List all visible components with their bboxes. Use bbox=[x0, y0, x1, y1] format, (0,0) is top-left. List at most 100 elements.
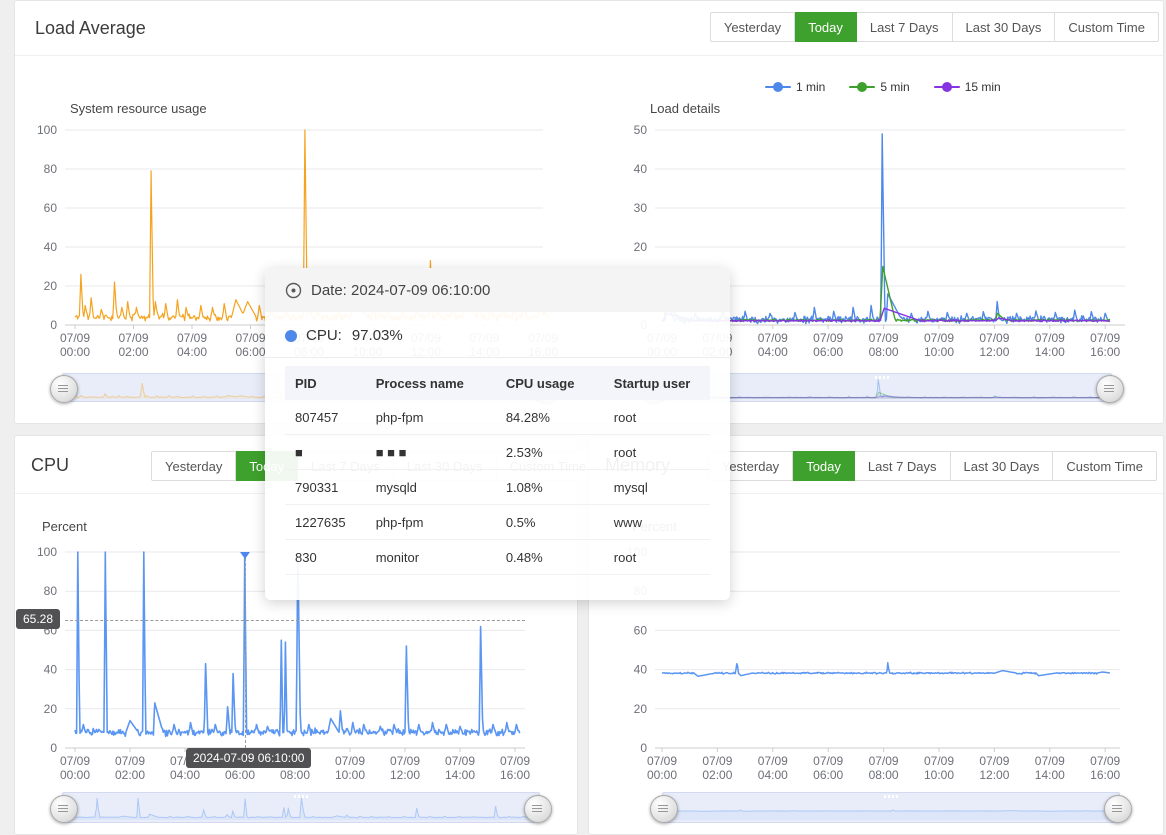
svg-text:02:00: 02:00 bbox=[702, 768, 732, 782]
process-cell: mysqld bbox=[366, 470, 496, 505]
svg-text:06:00: 06:00 bbox=[225, 768, 255, 782]
svg-text:40: 40 bbox=[634, 663, 648, 677]
time-range-button-today[interactable]: Today bbox=[795, 12, 857, 42]
svg-text:07/09: 07/09 bbox=[924, 754, 954, 768]
process-row: 790331mysqld1.08%mysql bbox=[285, 470, 710, 505]
svg-text:00:00: 00:00 bbox=[60, 345, 90, 359]
process-cell: ■ ■ ■ bbox=[366, 435, 496, 470]
process-row: 1227635php-fpm0.5%www bbox=[285, 505, 710, 540]
svg-text:00:00: 00:00 bbox=[647, 768, 677, 782]
svg-text:07/09: 07/09 bbox=[647, 754, 677, 768]
svg-text:60: 60 bbox=[44, 201, 58, 215]
time-range-button-last-7-days[interactable]: Last 7 Days bbox=[857, 12, 953, 42]
process-table: PIDProcess nameCPU usageStartup user8074… bbox=[285, 366, 710, 575]
cpu-title: CPU bbox=[31, 455, 69, 476]
time-range-button-last-30-days[interactable]: Last 30 Days bbox=[951, 451, 1054, 481]
svg-text:100: 100 bbox=[37, 545, 57, 559]
svg-text:14:00: 14:00 bbox=[1035, 345, 1065, 359]
svg-text:07/09: 07/09 bbox=[702, 754, 732, 768]
cpu-time-badge: 2024-07-09 06:10:00 bbox=[186, 748, 311, 768]
svg-text:07/09: 07/09 bbox=[60, 331, 90, 345]
zoom-handle-right[interactable] bbox=[524, 795, 552, 823]
time-range-button-today[interactable]: Today bbox=[793, 451, 855, 481]
svg-text:07/09: 07/09 bbox=[390, 754, 420, 768]
cpu-zoom-slider[interactable] bbox=[62, 792, 540, 823]
svg-text:07/09: 07/09 bbox=[235, 331, 265, 345]
process-cell: root bbox=[604, 400, 710, 435]
svg-text:07/09: 07/09 bbox=[869, 754, 899, 768]
svg-text:06:00: 06:00 bbox=[235, 345, 265, 359]
svg-text:12:00: 12:00 bbox=[979, 345, 1009, 359]
cpu-markline-horizontal bbox=[65, 620, 525, 621]
svg-text:0: 0 bbox=[640, 741, 647, 755]
time-range-button-yesterday[interactable]: Yesterday bbox=[151, 451, 236, 481]
zoom-handle-left[interactable] bbox=[50, 375, 78, 403]
svg-text:16:00: 16:00 bbox=[500, 768, 530, 782]
svg-text:07/09: 07/09 bbox=[445, 754, 475, 768]
svg-text:07/09: 07/09 bbox=[1035, 331, 1065, 345]
svg-text:40: 40 bbox=[44, 240, 58, 254]
svg-text:04:00: 04:00 bbox=[758, 768, 788, 782]
svg-text:06:00: 06:00 bbox=[813, 768, 843, 782]
legend-marker-icon bbox=[934, 82, 960, 92]
legend-item-label: 15 min bbox=[965, 80, 1001, 94]
time-range-button-custom-time[interactable]: Custom Time bbox=[1053, 451, 1157, 481]
legend-item-15-min[interactable]: 15 min bbox=[934, 80, 1001, 94]
svg-text:30: 30 bbox=[634, 201, 648, 215]
svg-text:08:00: 08:00 bbox=[280, 768, 310, 782]
svg-text:50: 50 bbox=[634, 123, 648, 137]
svg-text:Load details: Load details bbox=[650, 101, 721, 116]
svg-text:07/09: 07/09 bbox=[1035, 754, 1065, 768]
svg-text:07/09: 07/09 bbox=[60, 754, 90, 768]
zoom-handle-right[interactable] bbox=[1104, 795, 1132, 823]
process-cell: 1227635 bbox=[285, 505, 366, 540]
process-table-header: PID bbox=[285, 366, 366, 400]
cpu-pointer-arrow-icon bbox=[240, 552, 250, 564]
svg-text:10:00: 10:00 bbox=[924, 768, 954, 782]
svg-text:07/09: 07/09 bbox=[758, 331, 788, 345]
svg-text:20: 20 bbox=[634, 702, 648, 716]
svg-text:07/09: 07/09 bbox=[758, 754, 788, 768]
svg-text:20: 20 bbox=[44, 279, 58, 293]
cpu-axis-value-badge: 65.28 bbox=[16, 609, 60, 629]
memory-zoom-slider[interactable] bbox=[662, 792, 1120, 823]
svg-text:07/09: 07/09 bbox=[335, 754, 365, 768]
cpu-crosshair-vertical bbox=[245, 558, 246, 748]
svg-text:80: 80 bbox=[44, 162, 58, 176]
zoom-handle-left[interactable] bbox=[50, 795, 78, 823]
process-cell: 84.28% bbox=[496, 400, 604, 435]
svg-text:07/09: 07/09 bbox=[1090, 754, 1120, 768]
svg-text:Percent: Percent bbox=[42, 519, 87, 534]
clock-icon bbox=[285, 282, 302, 299]
legend-item-label: 5 min bbox=[880, 80, 909, 94]
time-range-button-yesterday[interactable]: Yesterday bbox=[710, 12, 795, 42]
process-row: 830monitor0.48%root bbox=[285, 540, 710, 575]
tooltip-date-row: Date: 2024-07-09 06:10:00 bbox=[265, 268, 730, 312]
svg-text:12:00: 12:00 bbox=[390, 768, 420, 782]
svg-text:20: 20 bbox=[634, 240, 648, 254]
zoom-handle-right[interactable] bbox=[1096, 375, 1124, 403]
process-cell: php-fpm bbox=[366, 400, 496, 435]
svg-text:08:00: 08:00 bbox=[869, 768, 899, 782]
memory-time-range-group: YesterdayTodayLast 7 DaysLast 30 DaysCus… bbox=[708, 451, 1157, 481]
zoom-handle-left[interactable] bbox=[650, 795, 678, 823]
legend-item-5-min[interactable]: 5 min bbox=[849, 80, 909, 94]
time-range-button-last-7-days[interactable]: Last 7 Days bbox=[855, 451, 951, 481]
svg-text:07/09: 07/09 bbox=[924, 331, 954, 345]
time-range-button-last-30-days[interactable]: Last 30 Days bbox=[953, 12, 1056, 42]
svg-text:60: 60 bbox=[634, 623, 648, 637]
time-range-button-custom-time[interactable]: Custom Time bbox=[1055, 12, 1159, 42]
legend-marker-icon bbox=[765, 82, 791, 92]
load-average-title: Load Average bbox=[35, 18, 146, 39]
svg-text:16:00: 16:00 bbox=[1090, 345, 1120, 359]
svg-text:0: 0 bbox=[50, 318, 57, 332]
svg-text:07/09: 07/09 bbox=[869, 331, 899, 345]
series-dot-icon bbox=[285, 330, 297, 342]
load-average-time-range-group: YesterdayTodayLast 7 DaysLast 30 DaysCus… bbox=[710, 12, 1159, 42]
tooltip-cpu-row: CPU: 97.03% bbox=[265, 312, 730, 358]
legend-item-1-min[interactable]: 1 min bbox=[765, 80, 825, 94]
svg-text:20: 20 bbox=[44, 702, 58, 716]
svg-text:02:00: 02:00 bbox=[115, 768, 145, 782]
process-table-header: Process name bbox=[366, 366, 496, 400]
process-cell: 0.5% bbox=[496, 505, 604, 540]
